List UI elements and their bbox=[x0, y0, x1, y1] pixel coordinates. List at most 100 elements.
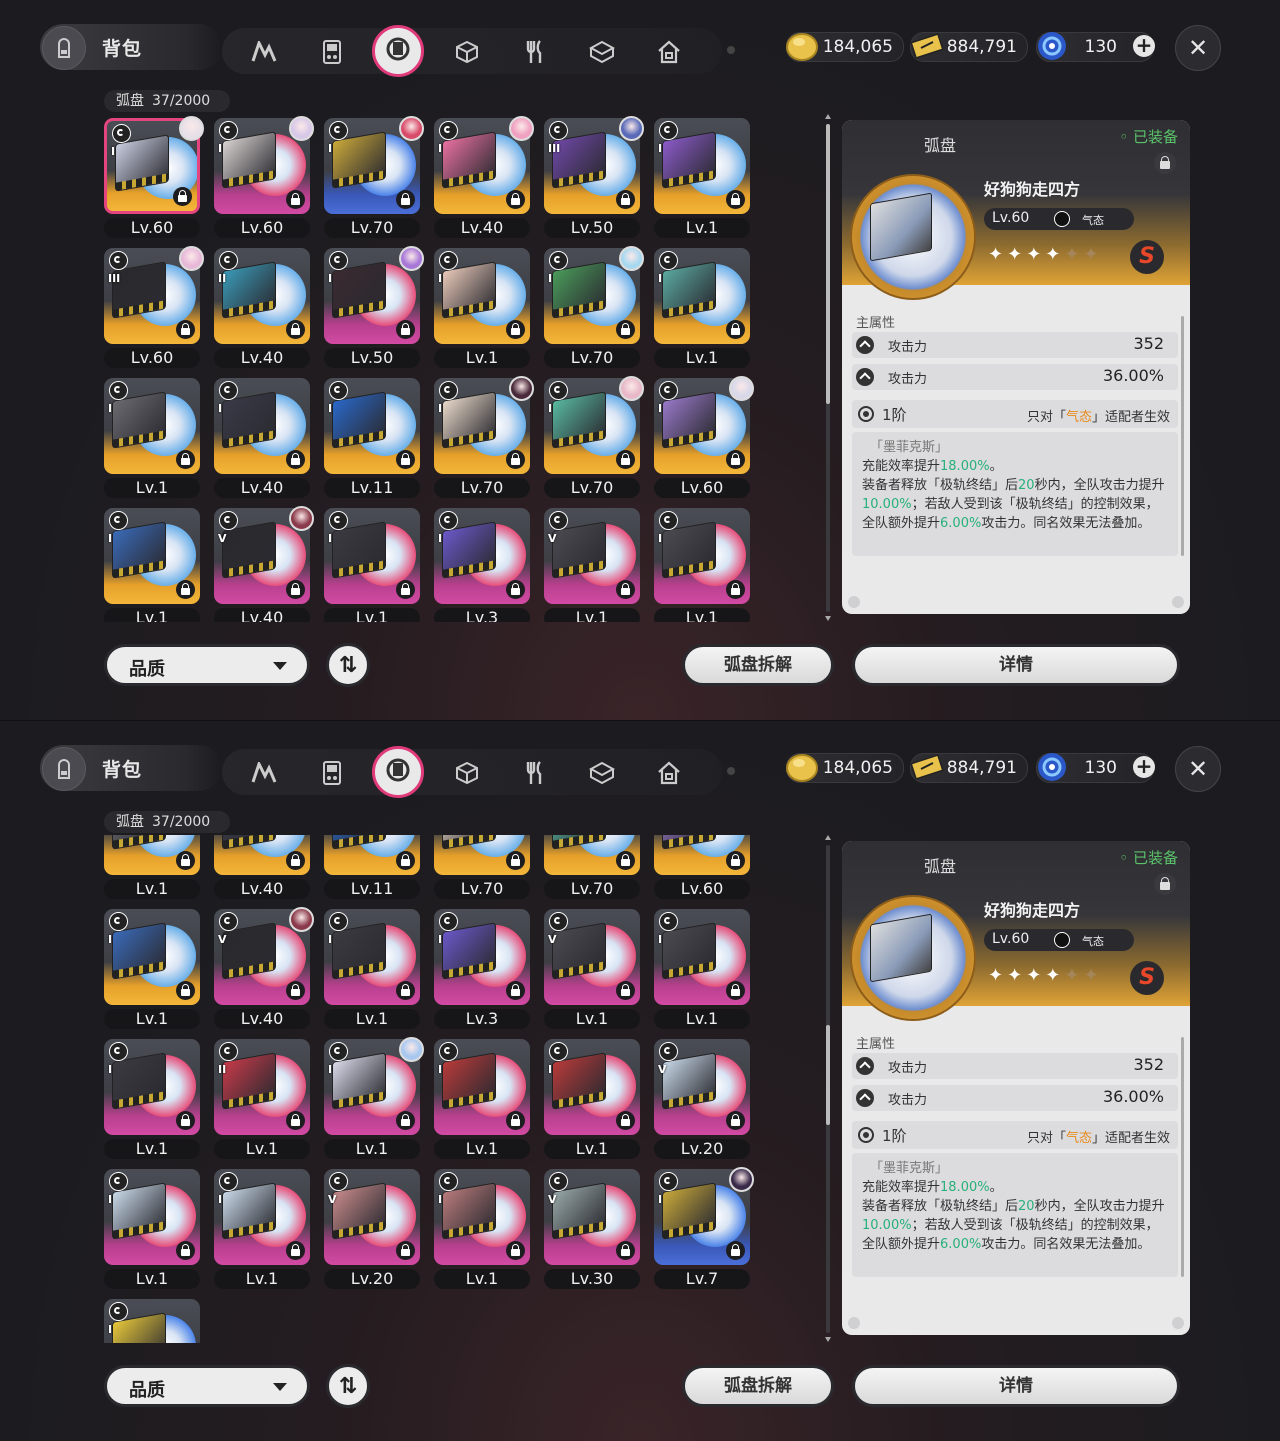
lock-icon[interactable] bbox=[616, 1111, 635, 1130]
lock-icon[interactable] bbox=[176, 580, 195, 599]
disc-card[interactable]: V Lv.1 bbox=[544, 909, 644, 1035]
disc-card[interactable]: I Lv.60 bbox=[654, 835, 754, 905]
lock-icon[interactable] bbox=[286, 851, 305, 870]
lock-icon[interactable] bbox=[176, 851, 195, 870]
disc-grid[interactable]: I Lv.60 I Lv.60 I Lv.70 I Lv.40 III Lv.50 I Lv.1 III… bbox=[96, 114, 764, 622]
sort-order-button[interactable]: ⇅ bbox=[326, 1364, 370, 1408]
disc-card[interactable]: I Lv.1 bbox=[324, 1037, 424, 1165]
disc-card[interactable]: V Lv.40 bbox=[214, 907, 314, 1035]
lock-icon[interactable] bbox=[176, 981, 195, 1000]
disc-card[interactable]: I Lv.1 bbox=[104, 1169, 204, 1295]
lock-icon[interactable] bbox=[726, 580, 745, 599]
lock-icon[interactable] bbox=[506, 1111, 525, 1130]
home-icon[interactable] bbox=[651, 34, 687, 70]
lock-icon[interactable] bbox=[506, 320, 525, 339]
disc-card[interactable]: I Lv.3 bbox=[434, 909, 534, 1035]
lock-icon[interactable] bbox=[616, 981, 635, 1000]
disc-card[interactable]: I Lv.70 bbox=[324, 116, 424, 244]
lock-icon[interactable] bbox=[506, 580, 525, 599]
lock-icon[interactable] bbox=[286, 320, 305, 339]
lock-icon[interactable] bbox=[286, 580, 305, 599]
disc-card[interactable]: I Lv.1 bbox=[434, 1039, 534, 1165]
disc-card[interactable]: I Lv.70 bbox=[544, 246, 644, 374]
disc-card[interactable]: I Lv.70 bbox=[544, 835, 644, 905]
lock-icon[interactable] bbox=[616, 851, 635, 870]
disc-card[interactable]: I Lv.1 bbox=[434, 1169, 534, 1295]
disc-card[interactable]: V Lv.40 bbox=[214, 506, 314, 622]
disc-grid[interactable]: I Lv.1 I Lv.40 I Lv.11 I Lv.70 I Lv.70 I Lv.60 I Lv.1… bbox=[96, 835, 764, 1343]
detail-scrollbar[interactable] bbox=[1181, 1037, 1184, 1277]
disc-card[interactable]: I Lv.1 bbox=[434, 248, 534, 374]
disc-card[interactable]: I Lv.1 bbox=[654, 118, 754, 244]
lock-icon[interactable] bbox=[176, 1111, 195, 1130]
disc-card[interactable]: I Lv.50 bbox=[324, 246, 424, 374]
lock-icon[interactable] bbox=[616, 320, 635, 339]
lock-icon[interactable] bbox=[506, 1241, 525, 1260]
disc-card[interactable]: I Lv.11 bbox=[324, 378, 424, 504]
disc-card[interactable]: I bbox=[104, 1299, 204, 1343]
disc-card[interactable]: I Lv.60 bbox=[654, 376, 754, 504]
disc-card[interactable]: II Lv.1 bbox=[214, 1039, 314, 1165]
lock-icon[interactable] bbox=[286, 1111, 305, 1130]
close-button[interactable]: ✕ bbox=[1175, 746, 1221, 792]
lock-icon[interactable] bbox=[396, 981, 415, 1000]
cube-icon[interactable] bbox=[449, 34, 485, 70]
food-icon[interactable] bbox=[517, 755, 553, 791]
dismantle-button[interactable]: 弧盘拆解 bbox=[682, 1365, 834, 1407]
detail-lock-icon[interactable] bbox=[1154, 873, 1176, 895]
grid-scroll-thumb[interactable] bbox=[826, 124, 830, 404]
lock-icon[interactable] bbox=[176, 450, 195, 469]
disc-card[interactable]: I Lv.1 bbox=[104, 508, 204, 622]
disc-card[interactable]: I Lv.70 bbox=[434, 376, 534, 504]
close-button[interactable]: ✕ bbox=[1175, 25, 1221, 71]
lock-icon[interactable] bbox=[726, 1111, 745, 1130]
lock-icon[interactable] bbox=[726, 851, 745, 870]
disc-card[interactable]: I Lv.1 bbox=[214, 1169, 314, 1295]
disc-card[interactable]: I Lv.60 bbox=[214, 116, 314, 244]
dismantle-button[interactable]: 弧盘拆解 bbox=[682, 644, 834, 686]
lock-icon[interactable] bbox=[616, 450, 635, 469]
disc-card[interactable]: I Lv.40 bbox=[434, 116, 534, 244]
disc-card[interactable]: I Lv.40 bbox=[214, 378, 314, 504]
disc-tab-active[interactable] bbox=[372, 746, 424, 798]
lock-icon[interactable] bbox=[286, 1241, 305, 1260]
agents-icon[interactable] bbox=[246, 755, 282, 791]
lock-icon[interactable] bbox=[726, 1241, 745, 1260]
lock-icon[interactable] bbox=[726, 190, 745, 209]
detail-scrollbar[interactable] bbox=[1181, 316, 1184, 556]
disc-card[interactable]: I Lv.1 bbox=[104, 1039, 204, 1165]
lock-icon[interactable] bbox=[396, 1111, 415, 1130]
lock-icon[interactable] bbox=[176, 1241, 195, 1260]
lock-icon[interactable] bbox=[726, 981, 745, 1000]
lock-icon[interactable] bbox=[396, 450, 415, 469]
sort-order-button[interactable]: ⇅ bbox=[326, 643, 370, 687]
lock-icon[interactable] bbox=[506, 450, 525, 469]
disc-card[interactable]: I Lv.1 bbox=[654, 248, 754, 374]
detail-lock-icon[interactable] bbox=[1154, 152, 1176, 174]
agents-icon[interactable] bbox=[246, 34, 282, 70]
lock-icon[interactable] bbox=[506, 851, 525, 870]
disc-card[interactable]: I Lv.1 bbox=[654, 508, 754, 622]
disc-card[interactable]: V Lv.20 bbox=[324, 1169, 424, 1295]
disc-card[interactable]: I Lv.11 bbox=[324, 835, 424, 905]
disc-card[interactable]: I Lv.70 bbox=[434, 835, 534, 905]
lock-icon[interactable] bbox=[616, 580, 635, 599]
disc-card[interactable]: I Lv.40 bbox=[214, 835, 314, 905]
quality-filter-dropdown[interactable]: 品质 bbox=[104, 644, 310, 686]
disc-card[interactable]: III Lv.50 bbox=[544, 116, 644, 244]
gamepad-icon[interactable] bbox=[314, 755, 350, 791]
grid-scrollbar[interactable] bbox=[826, 124, 830, 612]
disc-card[interactable]: I Lv.60 bbox=[104, 116, 204, 244]
lock-icon[interactable] bbox=[286, 190, 305, 209]
add-energy-button[interactable]: + bbox=[1133, 756, 1155, 778]
lock-icon[interactable] bbox=[396, 1241, 415, 1260]
disc-card[interactable]: I Lv.3 bbox=[434, 508, 534, 622]
disc-card[interactable]: I Lv.1 bbox=[324, 909, 424, 1035]
lock-icon[interactable] bbox=[506, 981, 525, 1000]
lock-icon[interactable] bbox=[616, 1241, 635, 1260]
lock-icon[interactable] bbox=[396, 580, 415, 599]
package-icon[interactable] bbox=[584, 34, 620, 70]
lock-icon[interactable] bbox=[396, 190, 415, 209]
add-energy-button[interactable]: + bbox=[1133, 35, 1155, 57]
details-button[interactable]: 详情 bbox=[852, 644, 1180, 686]
